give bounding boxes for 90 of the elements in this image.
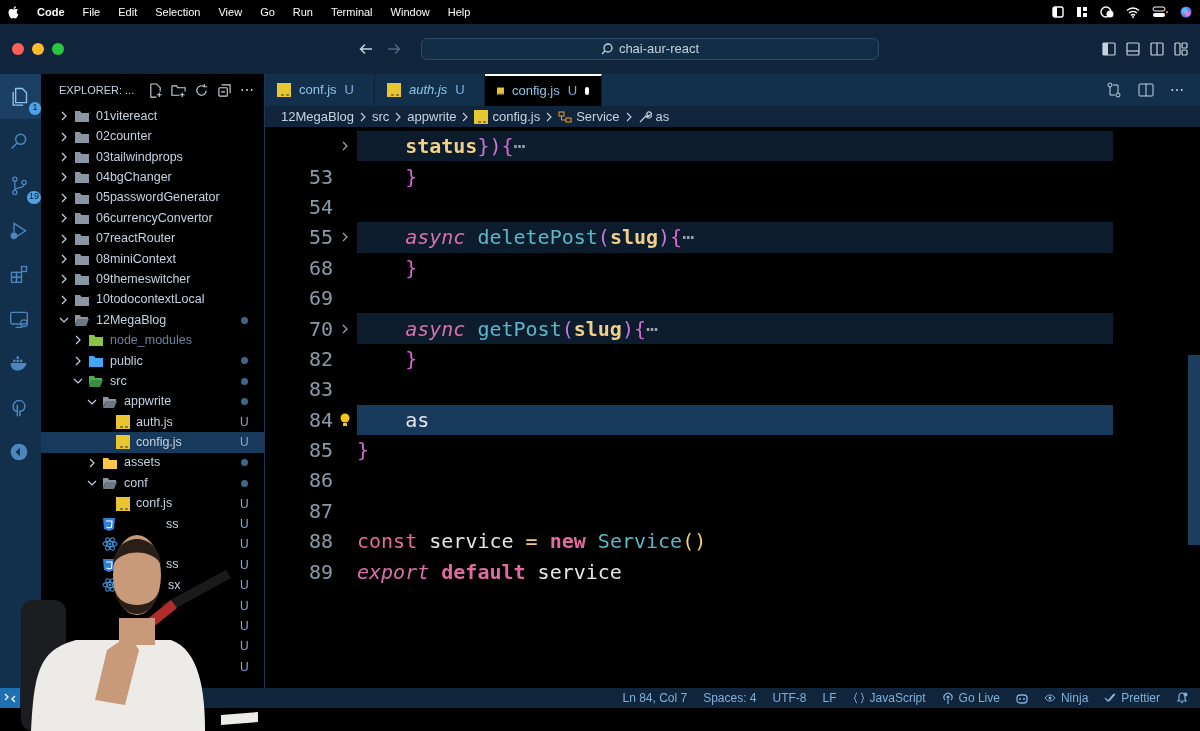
code-line: } [404, 345, 418, 373]
status-letter: U [240, 414, 250, 432]
line-number: 70 [307, 315, 333, 343]
more-actions-button[interactable]: ⋯ [240, 83, 254, 97]
line-number: 69 [307, 285, 333, 313]
file-name: assets [124, 454, 161, 472]
app-menu[interactable]: Code [37, 3, 65, 21]
command-search-field[interactable]: chai-aur-react [421, 38, 879, 60]
breadcrumb-item[interactable]: src [372, 106, 390, 127]
count-badge: 19 [27, 190, 41, 204]
file-name: 12MegaBlog [96, 311, 167, 329]
status-item[interactable]: Ninja [1043, 689, 1089, 707]
code-line: } [357, 437, 370, 465]
file-name: 07reactRouter [96, 230, 176, 248]
file-name: config.js [136, 434, 182, 452]
sidebar-title: EXPLORER: ... [59, 82, 135, 98]
code-line: async deletePost(slug){⋯ [404, 224, 695, 252]
file-name: 10todocontextLocal [96, 291, 205, 309]
status-item[interactable]: Ln 84, Col 7 [622, 689, 688, 707]
status-item[interactable]: Prettier [1104, 689, 1160, 707]
file-name: 03tailwindprops [96, 148, 183, 166]
breadcrumb-item[interactable]: Service [558, 106, 620, 127]
file-name: appwrite [124, 393, 172, 411]
status-letter: U [240, 556, 250, 574]
line-number: 55 [307, 224, 333, 252]
code-line: async getPost(slug){⋯ [404, 315, 659, 343]
status-letter: U [240, 658, 250, 676]
line-number: 88 [307, 528, 333, 556]
code-line: export default service [357, 558, 622, 586]
status-letter: U [240, 495, 250, 513]
line-number: 68 [307, 254, 333, 282]
menu-item[interactable]: File [82, 3, 101, 21]
status-letter: U [240, 617, 250, 635]
file-name: ss [166, 556, 179, 574]
breadcrumb-item[interactable]: config.js [474, 106, 541, 127]
file-name: 01vitereact [96, 107, 158, 125]
line-number: 85 [307, 437, 333, 465]
menu-item[interactable]: Terminal [331, 3, 373, 21]
status-item[interactable]: LF [822, 689, 837, 707]
status-letter: U [240, 638, 250, 656]
file-name: 08miniContext [96, 250, 176, 268]
file-name: ss [166, 515, 179, 533]
selected-file-row[interactable]: config.js U [41, 432, 264, 453]
status-item[interactable]: Go Live [941, 689, 1000, 707]
line-number: 53 [307, 163, 333, 191]
menu-item[interactable]: Go [260, 3, 275, 21]
status-letter: U [240, 536, 250, 554]
file-name: src [110, 372, 127, 390]
code-line: status}){⋯ [404, 133, 526, 161]
code-line: as [404, 406, 430, 434]
menu-item[interactable]: Edit [118, 3, 138, 21]
menu-item[interactable]: Help [447, 3, 471, 21]
file-name: conf.js [136, 495, 173, 513]
breadcrumb-item[interactable]: appwrite [407, 106, 457, 127]
line-number: 87 [307, 497, 333, 525]
file-name: 06currencyConvertor [96, 209, 213, 227]
status-letter: U [240, 577, 250, 595]
file-name: 09themeswitcher [96, 270, 191, 288]
line-number: 86 [307, 467, 333, 495]
status-item[interactable]: UTF-8 [772, 689, 807, 707]
breadcrumb-item[interactable]: 12MegaBlog [281, 106, 354, 127]
file-name: 04bgChanger [96, 169, 172, 186]
breadcrumb-item[interactable]: as [637, 106, 670, 127]
line-number: 83 [307, 376, 333, 404]
code-line: const service = new Service() [357, 528, 707, 556]
status-letter: U [240, 516, 250, 533]
code-line: } [404, 254, 418, 282]
menu-item[interactable]: Run [292, 3, 313, 21]
file-name: node_modules [110, 332, 192, 350]
status-letter: U [240, 597, 250, 615]
menu-item[interactable]: View [218, 3, 243, 21]
file-name: conf [124, 474, 148, 492]
count-badge: 1 [29, 101, 41, 115]
file-name: 02counter [96, 128, 152, 146]
file-name: auth.js [136, 413, 173, 431]
menu-item[interactable]: Window [390, 3, 430, 21]
menu-item[interactable]: Selection [155, 3, 201, 21]
status-letter: U [240, 434, 250, 452]
line-number: 82 [307, 345, 333, 373]
file-name: public [110, 352, 143, 370]
status-item[interactable]: Spaces: 4 [703, 689, 757, 707]
file-name: sx [168, 576, 181, 594]
line-number: 89 [307, 558, 333, 586]
code-line: } [404, 163, 418, 191]
more-actions-button[interactable]: ⋯ [1170, 83, 1184, 97]
file-name: 05passwordGenerator [96, 189, 220, 207]
editor-tab[interactable]: config.js U [485, 74, 602, 106]
status-item[interactable]: JavaScript [852, 689, 926, 707]
line-number: 54 [307, 193, 333, 221]
line-number: 84 [307, 406, 333, 434]
